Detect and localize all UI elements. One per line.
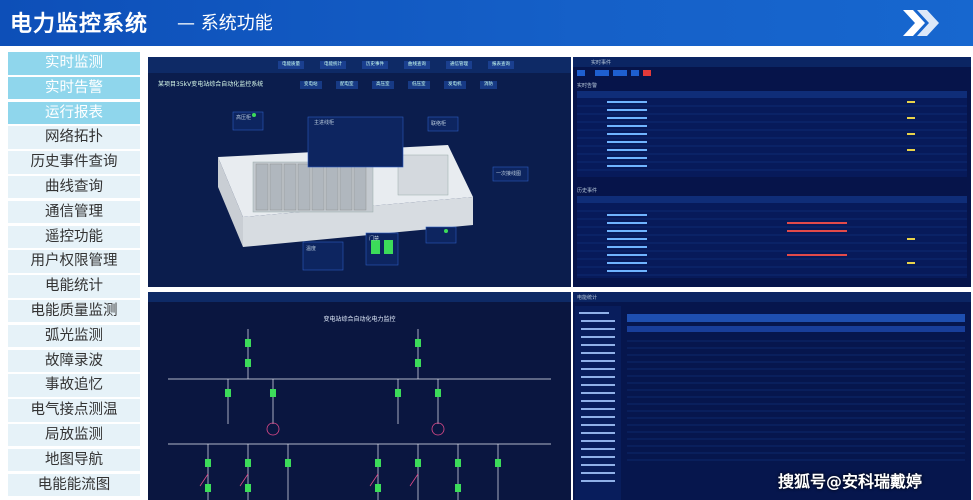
sidebar-item-arc-monitor[interactable]: 弧光监测 (8, 324, 140, 348)
page-subtitle: — 系统功能 (177, 13, 273, 34)
panel4-title: 电能统计 (577, 295, 598, 301)
door-access-label: 门禁 (369, 236, 380, 242)
sidebar-item-curve-query[interactable]: 曲线查询 (8, 175, 140, 199)
substation-3d-screenshot: 电能质量 电能统计 历史事件 曲线查询 通信管理 报表查询 某项目35kV变电站… (148, 57, 571, 287)
sidebar-item-topology[interactable]: 网络拓扑 (8, 126, 140, 149)
table-header (577, 91, 967, 98)
sidebar: 实时监测 实时告警 运行报表 网络拓扑 历史事件查询 曲线查询 通信管理 遥控功… (8, 52, 140, 498)
page-title: 电力监控系统 (10, 12, 149, 37)
sidebar-item-power-quality[interactable]: 电能质量监测 (8, 299, 140, 323)
panel2-toolbar-button[interactable] (631, 70, 639, 76)
sidebar-item-incident-recall[interactable]: 事故追忆 (8, 374, 140, 397)
device-tree-items (579, 312, 615, 482)
sidebar-item-comm-management[interactable]: 通信管理 (8, 200, 140, 224)
panel3-title: 变电站综合自动化电力监控 (323, 316, 396, 323)
realtime-alarm-section-title: 实时告警 (577, 83, 598, 89)
sidebar-item-history-events[interactable]: 历史事件查询 (8, 151, 140, 174)
sidebar-item-energy-stats[interactable]: 电能统计 (8, 275, 140, 298)
header-bar: 电力监控系统 — 系统功能 (0, 0, 973, 46)
sidebar-item-user-permissions[interactable]: 用户权限管理 (8, 250, 140, 273)
realtime-events-screenshot: 实时事件 实时告警 历史事件 (573, 57, 971, 287)
sidebar-item-realtime-monitor[interactable]: 实时监测 (8, 52, 140, 75)
electrical-diagram (168, 329, 551, 500)
energy-table-subheader (627, 326, 965, 332)
single-line-diagram-screenshot: 变电站综合自动化电力监控 (148, 292, 571, 500)
panel3-tab-bar (148, 292, 571, 302)
event-table-rows (577, 101, 967, 276)
sidebar-item-partial-discharge[interactable]: 局放监测 (8, 423, 140, 447)
contact-cabinet-label: 联络柜 (431, 121, 447, 127)
sidebar-item-energy-flow[interactable]: 电能能流图 (8, 473, 140, 497)
sidebar-item-realtime-alarm[interactable]: 实时告警 (8, 76, 140, 100)
panel2-toolbar-button[interactable] (595, 70, 609, 76)
sidebar-item-map-navigation[interactable]: 地图导航 (8, 448, 140, 472)
watermark-text: 搜狐号@安科瑞戴婷 (778, 472, 923, 491)
panel2-title-bar (573, 57, 971, 67)
energy-table-header (627, 314, 965, 322)
chevron-right-icon (903, 10, 939, 36)
device-tree[interactable] (575, 306, 621, 500)
sidebar-item-remote-control[interactable]: 遥控功能 (8, 225, 140, 249)
single-line-diagram-label: 一次接线图 (496, 171, 522, 177)
panel2-alarm-button[interactable] (643, 70, 651, 76)
panel2-toolbar-button[interactable] (577, 70, 585, 76)
sidebar-item-fault-recording[interactable]: 故障录波 (8, 349, 140, 373)
high-voltage-cabinet-label: 高压柜 (236, 115, 252, 121)
temperature-label: 温度 (306, 246, 317, 252)
main-incoming-cabinet-label: 主进线柜 (314, 120, 335, 126)
panel2-title: 实时事件 (591, 60, 612, 66)
panel4-title-bar (573, 292, 971, 302)
sidebar-item-contact-temperature[interactable]: 电气接点测温 (8, 399, 140, 422)
panel2-toolbar-button[interactable] (613, 70, 627, 76)
sidebar-item-report[interactable]: 运行报表 (8, 101, 140, 125)
energy-table-rows (627, 340, 965, 461)
